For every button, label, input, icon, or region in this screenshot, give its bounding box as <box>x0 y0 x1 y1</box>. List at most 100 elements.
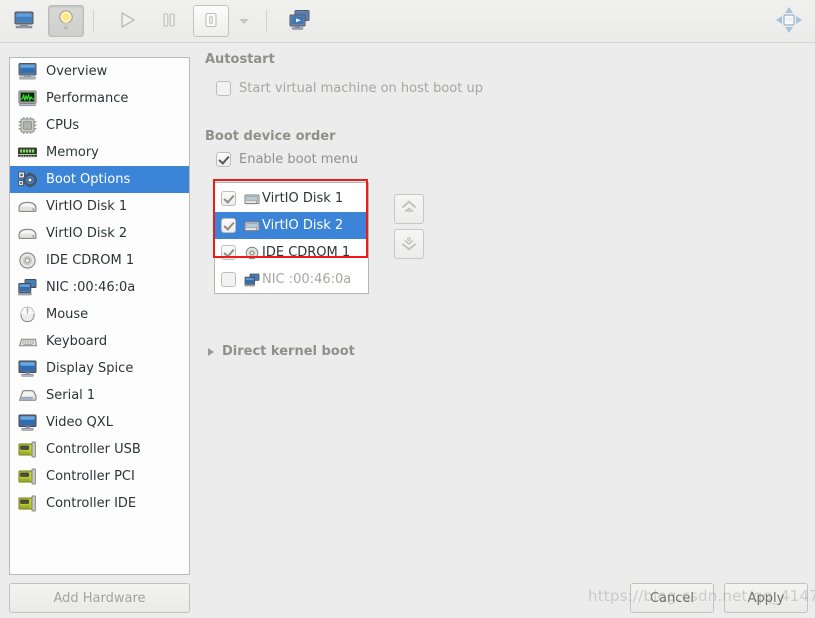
sidebar-item-label: Boot Options <box>46 172 131 187</box>
boot-device-label: VirtIO Disk 1 <box>262 191 344 206</box>
sidebar-item-virtio-disk-1[interactable]: VirtIO Disk 1 <box>10 193 189 220</box>
sidebar-item-mouse[interactable]: Mouse <box>10 301 189 328</box>
sidebar-item-label: IDE CDROM 1 <box>46 253 135 268</box>
sidebar-item-label: Video QXL <box>46 415 113 430</box>
network-icon <box>16 278 38 298</box>
boot-list-item[interactable]: IDE CDROM 1 <box>215 239 368 266</box>
sidebar-item-label: Keyboard <box>46 334 108 349</box>
mouse-icon <box>16 305 38 325</box>
display-icon <box>16 359 38 379</box>
move-down-button[interactable] <box>394 229 424 259</box>
cancel-button[interactable]: Cancel <box>630 583 714 613</box>
add-hardware-label: Add Hardware <box>53 590 146 606</box>
pci-card-icon <box>16 494 38 514</box>
hardware-list[interactable]: Overview Performance CPUs Memory Boot Op… <box>9 57 190 575</box>
sidebar-item-label: Controller USB <box>46 442 141 457</box>
boot-gear-icon <box>16 170 38 190</box>
sidebar-item-serial-1[interactable]: Serial 1 <box>10 382 189 409</box>
harddisk-icon <box>16 224 38 244</box>
sidebar-item-label: Controller PCI <box>46 469 135 484</box>
screens-icon <box>287 9 313 34</box>
sidebar-item-label: VirtIO Disk 1 <box>46 199 128 214</box>
boot-order-section-title: Boot device order <box>205 129 336 144</box>
shutdown-menu-button[interactable] <box>231 5 257 37</box>
sidebar-item-overview[interactable]: Overview <box>10 58 189 85</box>
pause-icon <box>159 10 179 33</box>
sidebar-item-boot-options[interactable]: Boot Options <box>10 166 189 193</box>
boot-device-list[interactable]: VirtIO Disk 1 VirtIO Disk 2 IDE CDROM 1 … <box>214 182 369 294</box>
boot-device-checkbox[interactable] <box>221 272 236 287</box>
pause-button[interactable] <box>151 5 187 37</box>
apply-button[interactable]: Apply <box>724 583 808 613</box>
sidebar-item-ide-cdrom-1[interactable]: IDE CDROM 1 <box>10 247 189 274</box>
autostart-checkbox[interactable] <box>216 81 231 96</box>
sidebar-item-label: Performance <box>46 91 129 106</box>
enable-boot-menu-checkbox[interactable] <box>216 152 231 167</box>
sidebar-item-performance[interactable]: Performance <box>10 85 189 112</box>
boot-list-item[interactable]: VirtIO Disk 2 <box>215 212 368 239</box>
shutdown-button[interactable] <box>193 5 229 37</box>
play-icon <box>116 10 138 33</box>
cpu-chip-icon <box>16 116 38 136</box>
autostart-section-title: Autostart <box>205 52 275 67</box>
sidebar-item-label: CPUs <box>46 118 80 133</box>
graph-icon <box>16 89 38 109</box>
sidebar-item-label: NIC :00:46:0a <box>46 280 136 295</box>
sidebar-item-label: Memory <box>46 145 99 160</box>
sidebar-item-display-spice[interactable]: Display Spice <box>10 355 189 382</box>
boot-list-item[interactable]: VirtIO Disk 1 <box>215 185 368 212</box>
sidebar-item-cpus[interactable]: CPUs <box>10 112 189 139</box>
add-hardware-button[interactable]: Add Hardware <box>9 583 190 613</box>
toolbar-separator-2 <box>266 10 267 32</box>
sidebar-item-label: Overview <box>46 64 108 79</box>
harddisk-icon <box>243 218 261 234</box>
cancel-label: Cancel <box>649 590 695 606</box>
sidebar-item-label: VirtIO Disk 2 <box>46 226 128 241</box>
snapshots-button[interactable] <box>282 5 318 37</box>
boot-device-checkbox[interactable] <box>221 245 236 260</box>
enable-boot-menu-label: Enable boot menu <box>239 152 358 167</box>
sidebar-item-nic[interactable]: NIC :00:46:0a <box>10 274 189 301</box>
pci-card-icon <box>16 467 38 487</box>
display-icon <box>16 413 38 433</box>
cdrom-disc-icon <box>243 245 261 261</box>
boot-device-label: NIC :00:46:0a <box>262 272 352 287</box>
boot-device-checkbox[interactable] <box>221 218 236 233</box>
harddisk-icon <box>16 197 38 217</box>
sidebar-item-controller-usb[interactable]: Controller USB <box>10 436 189 463</box>
autostart-checkbox-row[interactable]: Start virtual machine on host boot up <box>216 81 808 96</box>
sidebar-item-label: Controller IDE <box>46 496 137 511</box>
sidebar-item-label: Mouse <box>46 307 89 322</box>
fullscreen-arrows-icon <box>774 5 804 38</box>
details-view-button[interactable] <box>48 5 84 37</box>
move-up-button[interactable] <box>394 194 424 224</box>
harddisk-icon <box>243 191 261 207</box>
keyboard-icon <box>16 332 38 352</box>
sidebar-item-label: Display Spice <box>46 361 134 376</box>
autostart-checkbox-label: Start virtual machine on host boot up <box>239 81 483 96</box>
main-toolbar <box>0 0 815 43</box>
toolbar-separator-1 <box>93 10 94 32</box>
boot-device-label: VirtIO Disk 2 <box>262 218 344 233</box>
sidebar-item-controller-pci[interactable]: Controller PCI <box>10 463 189 490</box>
power-icon <box>202 11 220 32</box>
console-view-button[interactable] <box>6 5 42 37</box>
chevron-up-icon <box>399 198 419 221</box>
boot-list-item[interactable]: NIC :00:46:0a <box>215 266 368 293</box>
sidebar-item-controller-ide[interactable]: Controller IDE <box>10 490 189 517</box>
lightbulb-icon <box>56 9 76 34</box>
enable-boot-menu-row[interactable]: Enable boot menu <box>216 152 808 167</box>
sidebar-item-virtio-disk-2[interactable]: VirtIO Disk 2 <box>10 220 189 247</box>
boot-device-order-area: VirtIO Disk 1 VirtIO Disk 2 IDE CDROM 1 … <box>214 182 424 294</box>
boot-device-checkbox[interactable] <box>221 191 236 206</box>
boot-device-label: IDE CDROM 1 <box>262 245 351 260</box>
sidebar-item-video-qxl[interactable]: Video QXL <box>10 409 189 436</box>
direct-kernel-boot-label: Direct kernel boot <box>222 344 355 359</box>
chevron-down-icon <box>399 233 419 256</box>
direct-kernel-boot-expander[interactable]: Direct kernel boot <box>208 344 355 359</box>
sidebar-item-keyboard[interactable]: Keyboard <box>10 328 189 355</box>
fullscreen-button[interactable] <box>771 5 807 37</box>
run-button[interactable] <box>109 5 145 37</box>
sidebar-item-memory[interactable]: Memory <box>10 139 189 166</box>
serial-port-icon <box>16 386 38 406</box>
